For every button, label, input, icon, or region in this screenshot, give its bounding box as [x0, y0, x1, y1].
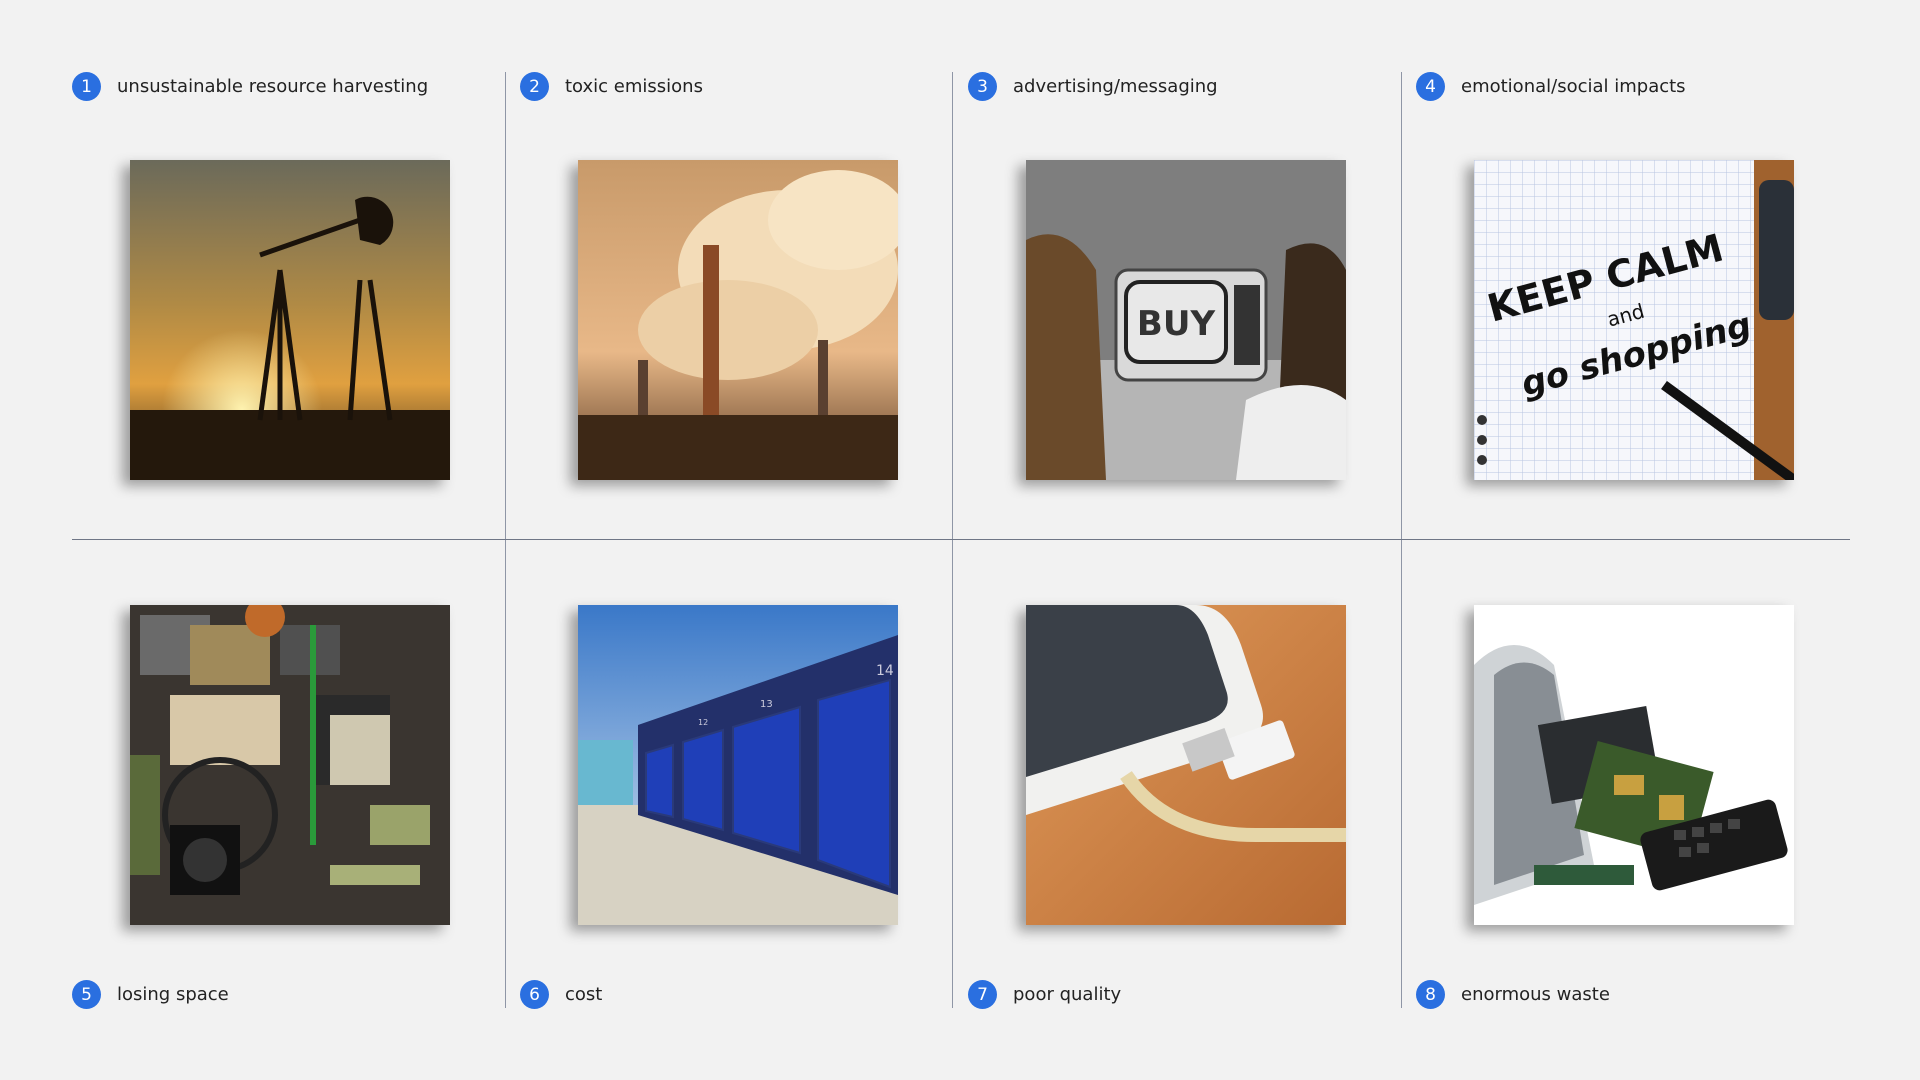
item-card-5: 5 losing space: [72, 540, 520, 1080]
unit-number: 13: [760, 699, 773, 710]
number-badge: 3: [968, 72, 997, 101]
number-badge: 6: [520, 980, 549, 1009]
number-badge: 5: [72, 980, 101, 1009]
number-badge: 7: [968, 980, 997, 1009]
item-card-6: 14 13 12 6 cost: [520, 540, 968, 1080]
number-badge: 2: [520, 72, 549, 101]
item-label: losing space: [117, 984, 229, 1005]
unit-number: 14: [876, 663, 894, 679]
item-label: unsustainable resource harvesting: [117, 76, 429, 97]
ewaste-bin-photo: [1474, 605, 1794, 925]
unit-number: 12: [698, 718, 708, 727]
factory-smokestack-photo: [578, 160, 898, 480]
item-card-4: 4 emotional/social impacts KEEP CALM and…: [1416, 0, 1864, 540]
tv-buy-photo: BUY: [1026, 160, 1346, 480]
item-label: emotional/social impacts: [1461, 76, 1686, 97]
item-label: advertising/messaging: [1013, 76, 1218, 97]
storage-units-photo: 14 13 12: [578, 605, 898, 925]
item-card-1: 1 unsustainable resource harvesting: [72, 0, 520, 540]
tv-screen-text: BUY: [1137, 304, 1216, 344]
item-label: enormous waste: [1461, 984, 1610, 1005]
oil-pumpjack-photo: [130, 160, 450, 480]
item-label: cost: [565, 984, 603, 1005]
broken-cable-photo: [1026, 605, 1346, 925]
item-label: poor quality: [1013, 984, 1122, 1005]
notebook-photo: KEEP CALM and go shopping: [1474, 160, 1794, 480]
number-badge: 1: [72, 72, 101, 101]
item-card-3: 3 advertising/messaging BUY: [968, 0, 1416, 540]
item-card-7: 7 poor quality: [968, 540, 1416, 1080]
item-label: toxic emissions: [565, 76, 703, 97]
item-card-2: 2 toxic emissions: [520, 0, 968, 540]
number-badge: 4: [1416, 72, 1445, 101]
cluttered-garage-photo: [130, 605, 450, 925]
number-badge: 8: [1416, 980, 1445, 1009]
item-card-8: 8 enormous waste: [1416, 540, 1864, 1080]
